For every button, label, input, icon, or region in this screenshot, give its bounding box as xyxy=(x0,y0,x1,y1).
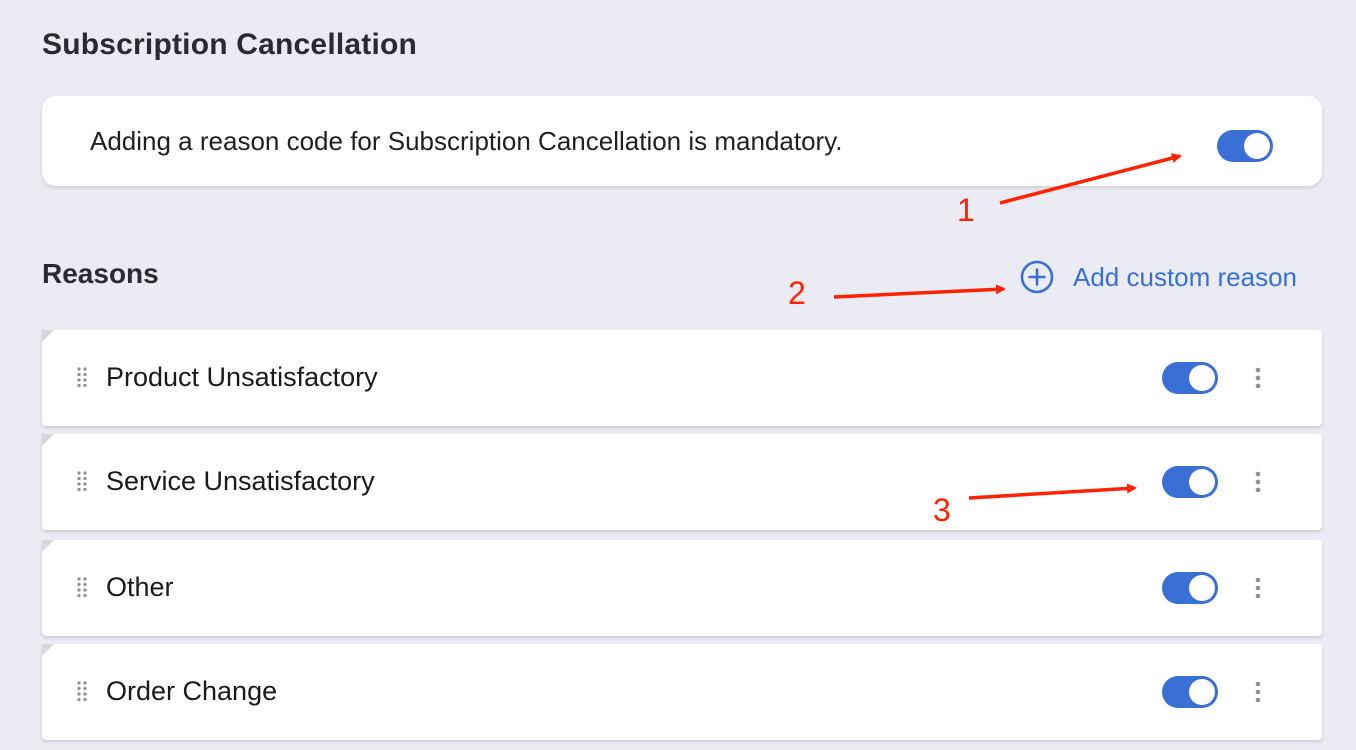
reason-row: Other xyxy=(42,540,1322,636)
row-corner-marker xyxy=(42,330,54,342)
annotation-number-3: 3 xyxy=(933,492,951,528)
plus-circle-icon xyxy=(1020,260,1054,294)
reason-toggle[interactable] xyxy=(1162,362,1218,394)
kebab-menu-icon[interactable] xyxy=(1250,680,1266,704)
reason-toggle[interactable] xyxy=(1162,572,1218,604)
mandatory-toggle[interactable] xyxy=(1217,130,1273,162)
row-corner-marker xyxy=(42,434,54,446)
mandatory-setting-card: Adding a reason code for Subscription Ca… xyxy=(42,96,1322,186)
kebab-menu-icon[interactable] xyxy=(1250,470,1266,494)
reason-label: Other xyxy=(106,572,174,602)
reason-toggle[interactable] xyxy=(1162,676,1218,708)
reason-row: Service Unsatisfactory xyxy=(42,434,1322,530)
reasons-title: Reasons xyxy=(42,258,159,289)
reason-row: Order Change xyxy=(42,644,1322,740)
row-corner-marker xyxy=(42,540,54,552)
kebab-menu-icon[interactable] xyxy=(1250,576,1266,600)
annotation-number-1: 1 xyxy=(957,192,975,228)
mandatory-setting-text: Adding a reason code for Subscription Ca… xyxy=(90,126,843,156)
drag-handle-icon[interactable] xyxy=(76,576,88,598)
toggle-knob xyxy=(1189,469,1215,495)
annotation-number-2: 2 xyxy=(788,275,806,311)
toggle-knob xyxy=(1189,365,1215,391)
reason-row: Product Unsatisfactory xyxy=(42,330,1322,426)
reason-toggle[interactable] xyxy=(1162,466,1218,498)
add-custom-reason-button[interactable]: Add custom reason xyxy=(1020,260,1297,294)
add-custom-reason-label: Add custom reason xyxy=(1073,261,1298,292)
reason-label: Service Unsatisfactory xyxy=(106,466,375,496)
toggle-knob xyxy=(1189,679,1215,705)
kebab-menu-icon[interactable] xyxy=(1250,366,1266,390)
page-title: Subscription Cancellation xyxy=(42,28,418,61)
drag-handle-icon[interactable] xyxy=(76,470,88,492)
drag-handle-icon[interactable] xyxy=(76,680,88,702)
toggle-knob xyxy=(1244,133,1270,159)
reason-label: Product Unsatisfactory xyxy=(106,362,378,392)
annotation-arrow-2 xyxy=(833,284,1006,299)
reason-label: Order Change xyxy=(106,676,278,706)
drag-handle-icon[interactable] xyxy=(76,366,88,388)
toggle-knob xyxy=(1189,575,1215,601)
row-corner-marker xyxy=(42,644,54,656)
